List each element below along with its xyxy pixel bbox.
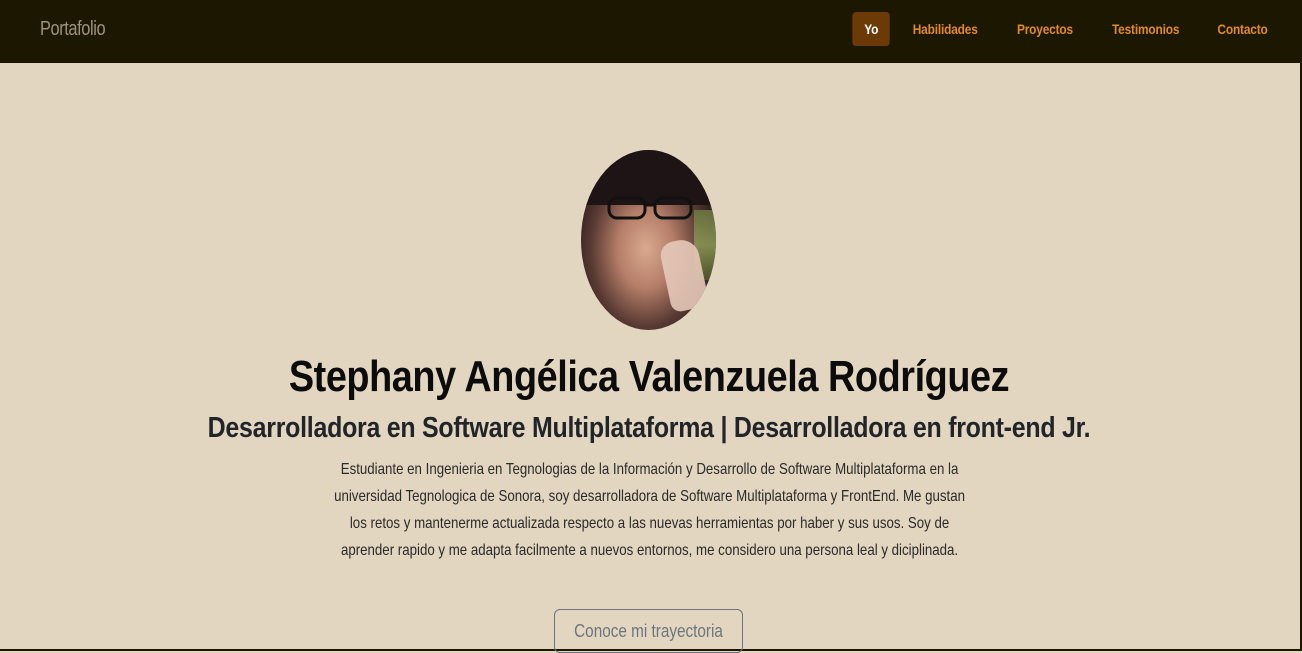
photo-glasses [606, 195, 696, 221]
navbar: Portafolio Yo Habilidades Proyectos Test… [0, 0, 1302, 63]
nav-menu: Yo Habilidades Proyectos Testimonios Con… [849, 12, 1286, 46]
nav-item-contacto[interactable]: Contacto [1205, 12, 1279, 46]
hero-description-text: Estudiante en Ingenieria en Tegnologias … [330, 456, 969, 564]
hero-name: Stephany Angélica Valenzuela Rodríguez [91, 352, 1207, 402]
nav-item-yo[interactable]: Yo [852, 12, 890, 46]
hero-subtitle: Desarrolladora en Software Multiplatafor… [91, 412, 1207, 445]
nav-item-testimonios[interactable]: Testimonios [1100, 12, 1191, 46]
profile-photo [581, 150, 716, 330]
trajectory-button[interactable]: Conoce mi trayectoria [554, 609, 743, 653]
nav-item-habilidades[interactable]: Habilidades [901, 12, 990, 46]
trajectory-button-label: Conoce mi trayectoria [574, 610, 723, 652]
nav-item-proyectos[interactable]: Proyectos [1005, 12, 1085, 46]
brand-logo[interactable]: Portafolio [40, 18, 105, 41]
hero-description: Estudiante en Ingenieria en Tegnologias … [330, 456, 968, 564]
